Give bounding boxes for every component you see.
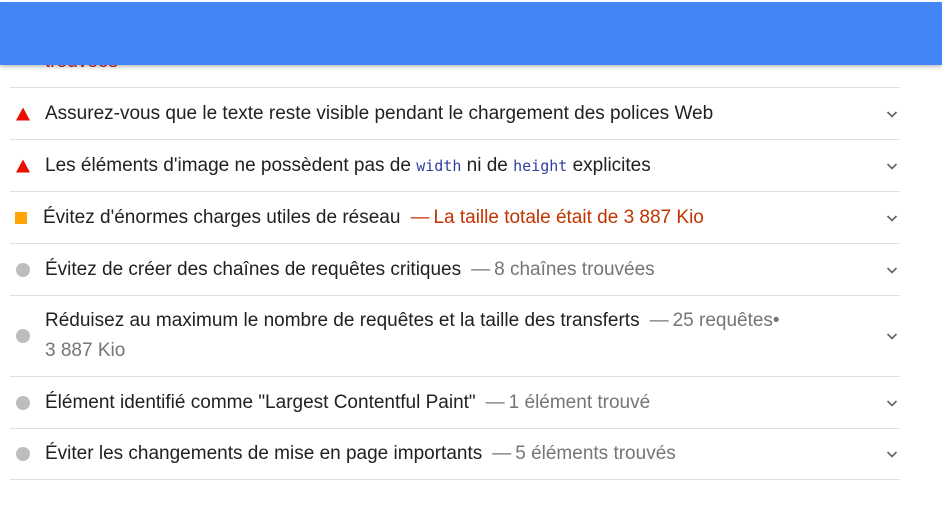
chevron-down-icon[interactable]: [886, 264, 898, 276]
audit-title-text: Assurez-vous que le texte reste visible …: [45, 102, 714, 124]
audit-row-unsized-images[interactable]: Les éléments d'image ne possèdent pas de…: [10, 139, 900, 191]
audit-display-value: 8 chaînes trouvées: [494, 258, 655, 280]
info-circle-icon: [16, 262, 30, 277]
audit-title: Élément identifié comme "Largest Content…: [45, 388, 840, 418]
audit-title: Les éléments d'image ne possèdent pas de…: [45, 151, 840, 181]
top-app-bar: [0, 2, 942, 65]
audit-title-suffix: explicites: [572, 154, 651, 176]
audit-title-text: Élément identifié comme "Largest Content…: [45, 391, 476, 413]
audit-title: Réduisez au maximum le nombre de requête…: [45, 306, 840, 366]
audit-display-value: 25 requêtes•: [672, 310, 780, 331]
display-dash: —: [485, 391, 505, 413]
info-circle-icon: [16, 395, 30, 410]
audit-title: Évitez de créer des chaînes de requêtes …: [45, 255, 840, 285]
audit-row-layout-shifts[interactable]: Éviter les changements de mise en page i…: [10, 428, 900, 480]
display-dash: —: [471, 258, 491, 280]
audit-list: Assurez-vous que le texte reste visible …: [10, 87, 900, 480]
chevron-down-icon[interactable]: [886, 448, 898, 460]
audit-title-text: Éviter les changements de mise en page i…: [45, 443, 483, 464]
audit-row-network-payloads[interactable]: Évitez d'énormes charges utiles de résea…: [10, 191, 900, 243]
chevron-down-icon[interactable]: [886, 160, 898, 172]
chevron-down-icon[interactable]: [886, 108, 898, 120]
audit-title-prefix: Les éléments d'image ne possèdent pas de: [45, 154, 411, 176]
audit-title: Évitez d'énormes charges utiles de résea…: [43, 203, 840, 233]
lighthouse-report-page: trouvées Assurez-vous que le texte reste…: [0, 0, 942, 523]
display-dash: —: [410, 206, 430, 228]
info-circle-icon: [16, 447, 30, 461]
audit-title-text: Évitez de créer des chaînes de requêtes …: [45, 258, 462, 280]
audit-row-lcp-element[interactable]: Élément identifié comme "Largest Content…: [10, 376, 900, 428]
audit-display-value: 1 élément trouvé: [508, 391, 651, 413]
audit-title: Assurez-vous que le texte reste visible …: [45, 99, 840, 129]
chevron-down-icon[interactable]: [886, 212, 898, 224]
audit-display-value-line2: 3 887 Kio: [45, 340, 126, 361]
display-dash: —: [649, 310, 669, 331]
chevron-down-icon[interactable]: [886, 330, 898, 342]
code-height: height: [513, 156, 568, 175]
audit-display-value: La taille totale était de 3 887 Kio: [433, 206, 704, 228]
fail-triangle-icon: [16, 107, 30, 120]
audit-title: Éviter les changements de mise en page i…: [45, 439, 840, 469]
fail-triangle-icon: [16, 159, 30, 172]
audit-title-text: Évitez d'énormes charges utiles de résea…: [43, 206, 401, 228]
code-width: width: [416, 156, 462, 175]
audit-row-resource-summary[interactable]: Réduisez au maximum le nombre de requête…: [10, 295, 900, 376]
info-circle-icon: [16, 329, 30, 343]
audit-row-font-display[interactable]: Assurez-vous que le texte reste visible …: [10, 87, 900, 139]
audit-row-critical-chains[interactable]: Évitez de créer des chaînes de requêtes …: [10, 243, 900, 295]
audit-title-mid: ni de: [466, 154, 508, 176]
chevron-down-icon[interactable]: [886, 397, 898, 409]
display-dash: —: [492, 443, 512, 464]
audit-display-value: 5 éléments trouvés: [515, 443, 676, 464]
audit-title-text: Réduisez au maximum le nombre de requête…: [45, 310, 640, 331]
average-square-icon: [15, 211, 27, 224]
